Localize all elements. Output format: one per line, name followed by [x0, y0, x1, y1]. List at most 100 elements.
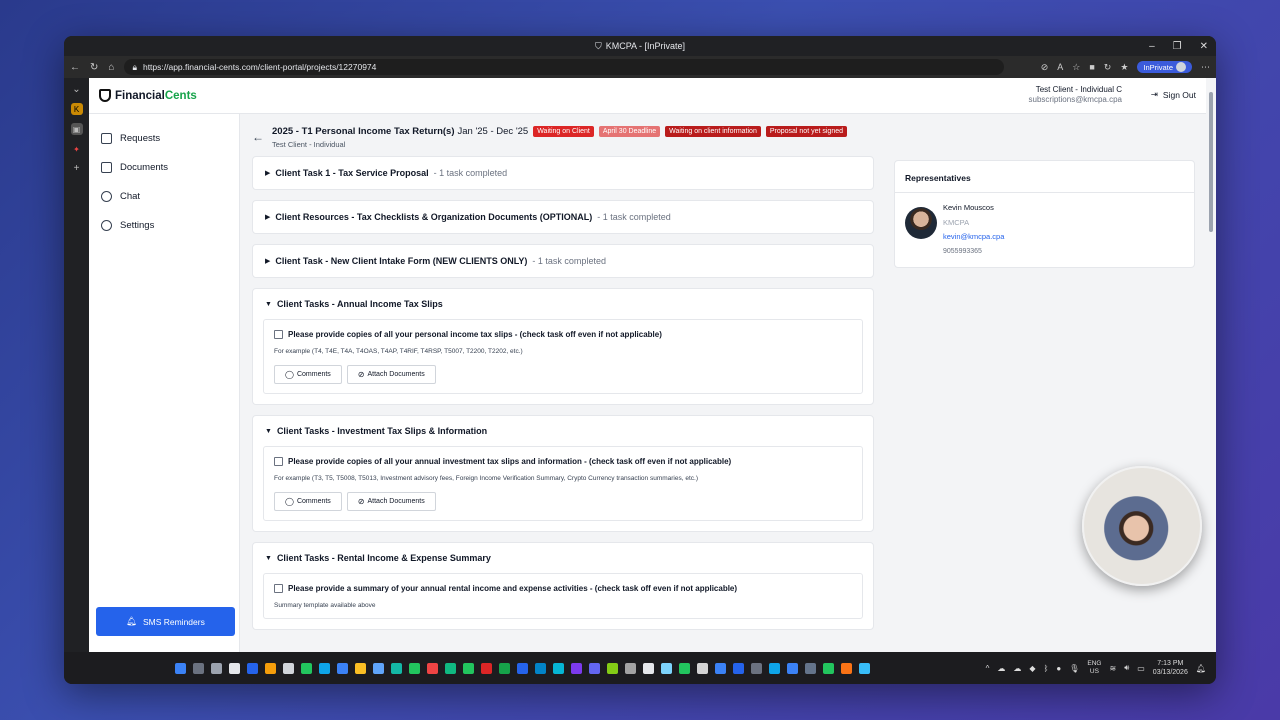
favorite-icon[interactable]: ☆ [1072, 62, 1080, 73]
app-icon[interactable] [841, 662, 852, 674]
url-field[interactable]: 🔒︎ https://app.financial-cents.com/clien… [124, 59, 1005, 75]
volume-icon[interactable]: 🔊︎ [1124, 663, 1129, 673]
section-title[interactable]: ▼ Client Tasks - Annual Income Tax Slips [263, 299, 863, 309]
comments-button[interactable]: ◯ Comments [274, 492, 342, 511]
edge-icon[interactable] [391, 662, 402, 674]
tracking-icon[interactable]: ⊘ [1041, 62, 1049, 73]
onedrive-tray-icon[interactable]: ☁ [1013, 664, 1021, 673]
sign-out-button[interactable]: ⇥ Sign Out [1151, 89, 1196, 100]
outlook-icon[interactable] [535, 662, 546, 674]
app-icon[interactable] [265, 662, 276, 674]
zoom-icon[interactable] [733, 662, 744, 674]
sidebar-item-documents[interactable]: Documents [89, 153, 239, 182]
home-icon[interactable]: ⌂ [108, 62, 114, 73]
page-scrollbar[interactable] [1206, 78, 1216, 652]
app-icon[interactable] [463, 662, 474, 674]
restore-icon[interactable]: ❐ [1173, 41, 1182, 52]
app-icon[interactable] [427, 662, 438, 674]
teams-icon[interactable] [589, 662, 600, 674]
chevron-up-icon[interactable]: ^ [986, 664, 990, 673]
section-title[interactable]: ▼ Client Tasks - Rental Income & Expense… [263, 553, 863, 563]
task-checkbox[interactable] [274, 457, 283, 466]
start-icon[interactable] [175, 662, 186, 674]
bluetooth-icon[interactable]: ᛒ [1044, 664, 1049, 673]
refresh-icon[interactable]: ↻ [90, 62, 98, 73]
chat-icon [101, 191, 112, 202]
excel-icon[interactable] [499, 662, 510, 674]
section-card[interactable]: ▶ Client Task 1 - Tax Service Proposal -… [252, 156, 874, 190]
app-icon[interactable] [283, 662, 294, 674]
section-card[interactable]: ▶ Client Task - New Client Intake Form (… [252, 244, 874, 278]
app-icon[interactable] [787, 662, 798, 674]
app-icon[interactable] [661, 662, 672, 674]
app-icon[interactable] [319, 662, 330, 674]
app-icon[interactable] [643, 662, 654, 674]
tab-icon[interactable]: ▣ [70, 123, 83, 135]
app-icon[interactable] [859, 662, 870, 674]
onedrive-icon[interactable] [373, 662, 384, 674]
whatsapp-icon[interactable] [679, 662, 690, 674]
microphone-icon[interactable]: 🎙︎ [1069, 664, 1079, 673]
task-checkbox[interactable] [274, 584, 283, 593]
app-tray-icon[interactable]: ◆ [1029, 664, 1035, 673]
cloud-icon[interactable]: ☁ [997, 664, 1005, 673]
minimize-icon[interactable]: – [1149, 41, 1155, 52]
attach-documents-button[interactable]: ⊘ Attach Documents [346, 365, 436, 384]
app-icon[interactable] [751, 662, 762, 674]
close-icon[interactable]: ✕ [1200, 41, 1208, 52]
acrobat-icon[interactable] [481, 662, 492, 674]
sidebar-item-settings[interactable]: Settings [89, 211, 239, 240]
representative-email[interactable]: kevin@kmcpa.cpa [943, 230, 1004, 245]
browser-refresh-icon[interactable]: ↻ [1104, 62, 1112, 73]
task-view-icon[interactable] [211, 662, 222, 674]
app-icon[interactable] [823, 662, 834, 674]
onenote-icon[interactable] [571, 662, 582, 674]
app-tray-icon[interactable]: ● [1056, 664, 1061, 673]
battery-icon[interactable]: ▭ [1137, 664, 1145, 673]
folder-icon[interactable] [355, 662, 366, 674]
read-aloud-icon[interactable]: A [1057, 62, 1063, 72]
sms-reminders-button[interactable]: 🔔︎ SMS Reminders [96, 607, 235, 636]
scrollbar-thumb[interactable] [1209, 92, 1213, 232]
app-icon[interactable]: K [70, 103, 83, 115]
sidebar-item-requests[interactable]: Requests [89, 124, 239, 153]
back-icon[interactable]: ← [70, 62, 80, 73]
section-card[interactable]: ▶ Client Resources - Tax Checklists & Or… [252, 200, 874, 234]
task-checkbox[interactable] [274, 330, 283, 339]
app-icon[interactable] [337, 662, 348, 674]
system-tray: ^ ☁ ☁ ◆ ᛒ ● 🎙︎ ENG US ≋ 🔊︎ ▭ 7:13 PM 03/… [986, 652, 1206, 684]
app-icon[interactable] [445, 662, 456, 674]
search-icon[interactable] [193, 662, 204, 674]
clock[interactable]: 7:13 PM 03/13/2026 [1153, 659, 1188, 677]
spotify-icon[interactable] [301, 662, 312, 674]
word-icon[interactable] [517, 662, 528, 674]
section-title[interactable]: ▼ Client Tasks - Investment Tax Slips & … [263, 426, 863, 436]
app-icon[interactable] [625, 662, 636, 674]
app-icon[interactable] [697, 662, 708, 674]
favorites-icon[interactable]: ★ [1120, 62, 1128, 73]
more-icon[interactable]: ⋯ [1201, 62, 1210, 73]
clock-date: 03/13/2026 [1152, 669, 1188, 676]
collapse-icon[interactable]: ⌄ [72, 84, 80, 95]
app-icon[interactable] [769, 662, 780, 674]
extension-icon[interactable]: ■ [1089, 62, 1094, 72]
language-indicator[interactable]: ENG US [1087, 660, 1101, 676]
notification-icon[interactable]: 🔔︎ [1196, 664, 1206, 673]
sidebar-item-chat[interactable]: Chat [89, 182, 239, 211]
app-icon[interactable] [607, 662, 618, 674]
app-icon[interactable] [805, 662, 816, 674]
app-icon[interactable] [553, 662, 564, 674]
app-icon[interactable] [715, 662, 726, 674]
chrome-icon[interactable] [409, 662, 420, 674]
financialcents-logo[interactable]: Financial Cents [99, 89, 197, 102]
spark-icon[interactable]: ✦ [71, 143, 83, 155]
inprivate-badge[interactable]: InPrivate [1137, 61, 1192, 73]
attach-documents-button[interactable]: ⊘ Attach Documents [346, 492, 436, 511]
add-icon[interactable]: + [74, 163, 80, 174]
comments-button[interactable]: ◯ Comments [274, 365, 342, 384]
store-icon[interactable] [247, 662, 258, 674]
task-label-text: Please provide copies of all your person… [288, 330, 662, 339]
widget-icon[interactable] [229, 662, 240, 674]
wifi-icon[interactable]: ≋ [1109, 664, 1116, 673]
back-arrow-icon[interactable]: ← [252, 130, 264, 144]
